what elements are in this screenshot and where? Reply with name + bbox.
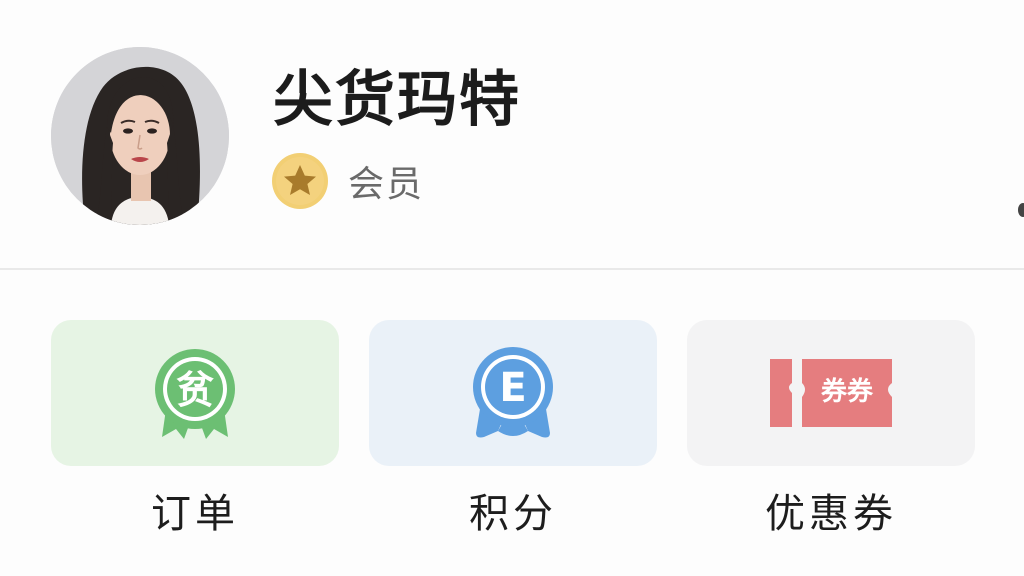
- avatar-portrait: [51, 47, 229, 225]
- points-badge-glyph: E: [499, 365, 526, 411]
- orders-label[interactable]: 订单: [51, 486, 339, 542]
- points-label[interactable]: 积分: [369, 486, 657, 542]
- member-badge[interactable]: 会员: [272, 153, 424, 209]
- member-label: 会员: [348, 164, 425, 205]
- order-badge-icon: 贫: [155, 349, 235, 439]
- points-badge-icon: E: [473, 347, 553, 438]
- coupon-ticket-glyph: 券券: [821, 377, 874, 407]
- coupons-label[interactable]: 优惠券: [687, 486, 975, 542]
- user-avatar[interactable]: [51, 47, 229, 225]
- order-badge-glyph: 贫: [176, 368, 214, 412]
- member-center-page: 尖货玛特 会员 贫 订单 E 积分 券券 优惠券: [0, 0, 1024, 576]
- points-button[interactable]: E: [369, 320, 657, 466]
- coupons-button[interactable]: 券券: [687, 320, 975, 466]
- coupon-ticket-icon: 券券: [770, 359, 892, 427]
- edge-indicator: [1018, 203, 1024, 217]
- orders-button[interactable]: 贫: [51, 320, 339, 466]
- section-divider: [0, 268, 1024, 270]
- user-name: 尖货玛特: [273, 65, 521, 135]
- star-icon: [272, 153, 328, 209]
